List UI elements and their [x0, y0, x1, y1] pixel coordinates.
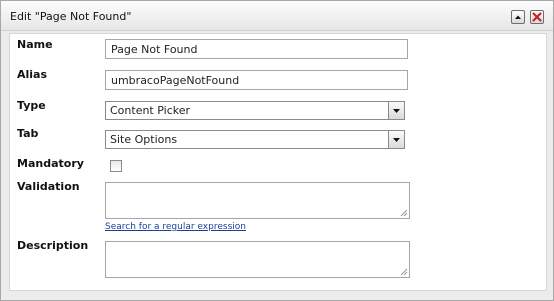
description-textarea[interactable] [105, 241, 410, 278]
chevron-down-icon [393, 138, 400, 142]
edit-property-panel: Edit "Page Not Found" Name Page Not Foun… [0, 0, 554, 301]
chevron-up-icon [515, 15, 521, 19]
form-body: Name Page Not Found Alias umbracoPageNot… [9, 33, 547, 291]
collapse-button[interactable] [511, 10, 525, 24]
panel-titlebar: Edit "Page Not Found" [1, 1, 553, 31]
close-button[interactable] [530, 10, 544, 24]
alias-field[interactable]: umbracoPageNotFound [105, 70, 408, 90]
description-label: Description [17, 239, 89, 252]
tab-label: Tab [17, 127, 39, 140]
panel-title: Edit "Page Not Found" [10, 10, 132, 23]
close-icon [532, 12, 542, 22]
tab-dropdown-button[interactable] [388, 131, 404, 148]
validation-textarea[interactable] [105, 182, 410, 219]
alias-label: Alias [17, 68, 48, 81]
mandatory-label: Mandatory [17, 157, 84, 170]
mandatory-checkbox[interactable] [110, 160, 122, 172]
name-label: Name [17, 38, 53, 51]
tab-select-value: Site Options [110, 133, 178, 146]
validation-label: Validation [17, 180, 80, 193]
resize-grip-icon[interactable] [400, 209, 408, 217]
chevron-down-icon [393, 109, 400, 113]
name-field[interactable]: Page Not Found [105, 39, 408, 59]
type-dropdown-button[interactable] [388, 102, 404, 119]
tab-select[interactable]: Site Options [105, 130, 405, 149]
type-select[interactable]: Content Picker [105, 101, 405, 120]
type-label: Type [17, 99, 46, 112]
search-regex-link[interactable]: Search for a regular expression [105, 222, 246, 232]
type-select-value: Content Picker [110, 104, 191, 117]
resize-grip-icon[interactable] [400, 268, 408, 276]
